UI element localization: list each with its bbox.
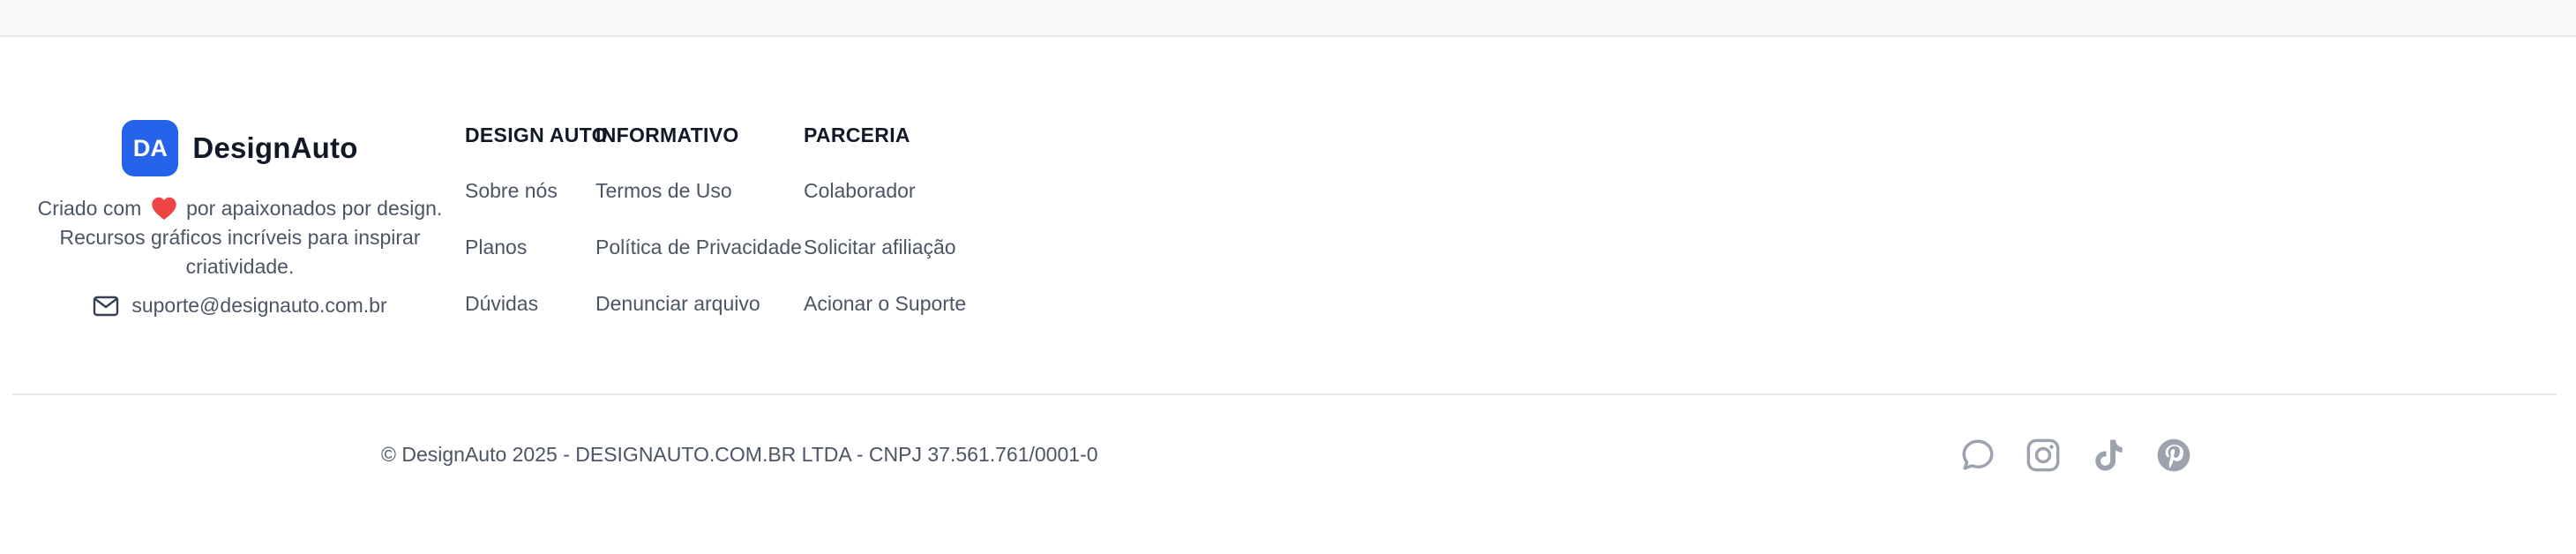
- footer-column-parceria: PARCERIA Colaborador Solicitar afiliação…: [804, 124, 966, 348]
- footer-link-suporte[interactable]: Acionar o Suporte: [804, 292, 966, 348]
- footer-link-colaborador[interactable]: Colaborador: [804, 179, 966, 236]
- footer-link-planos[interactable]: Planos: [465, 236, 608, 292]
- column-heading: PARCERIA: [804, 124, 910, 146]
- link-list: Termos de Uso Política de Privacidade De…: [595, 179, 802, 348]
- footer-link-denunciar[interactable]: Denunciar arquivo: [595, 292, 802, 348]
- column-heading: DESIGN AUTO: [465, 124, 608, 146]
- social-link-chat[interactable]: [1958, 436, 1997, 475]
- footer-column-design-auto: DESIGN AUTO Sobre nós Planos Dúvidas: [465, 124, 608, 348]
- footer-link-afiliacao[interactable]: Solicitar afiliação: [804, 236, 966, 292]
- brand-name: DesignAuto: [192, 131, 358, 164]
- mail-icon: [94, 296, 119, 316]
- footer-divider: [12, 393, 2557, 395]
- link-list: Colaborador Solicitar afiliação Acionar …: [804, 179, 966, 348]
- link-list: Sobre nós Planos Dúvidas: [465, 179, 608, 348]
- instagram-icon: [2026, 438, 2060, 472]
- footer-link-sobre-nos[interactable]: Sobre nós: [465, 179, 608, 236]
- copyright-text: © DesignAuto 2025 - DESIGNAUTO.COM.BR LT…: [381, 443, 1098, 466]
- social-link-pinterest[interactable]: [2154, 436, 2193, 475]
- brand-link[interactable]: DA DesignAuto: [122, 120, 357, 176]
- brand-section: DA DesignAuto Criado com por apaixonados…: [19, 120, 461, 318]
- tagline-before: Criado com: [37, 197, 142, 220]
- footer-link-privacidade[interactable]: Política de Privacidade: [595, 236, 802, 292]
- top-strip: [0, 0, 2576, 37]
- heart-icon: [151, 197, 176, 221]
- footer-column-informativo: INFORMATIVO Termos de Uso Política de Pr…: [595, 124, 802, 348]
- pinterest-icon: [2157, 438, 2190, 472]
- social-links: [1958, 436, 2193, 475]
- social-link-instagram[interactable]: [2024, 436, 2063, 475]
- footer-link-termos[interactable]: Termos de Uso: [595, 179, 802, 236]
- social-link-tiktok[interactable]: [2089, 436, 2128, 475]
- chat-icon: [1962, 439, 1994, 470]
- brand-logo: DA: [122, 120, 179, 176]
- support-email: suporte@designauto.com.br: [131, 294, 387, 317]
- footer-link-duvidas[interactable]: Dúvidas: [465, 292, 608, 348]
- brand-tagline: Criado com por apaixonados por design. R…: [19, 194, 461, 281]
- tiktok-icon: [2095, 439, 2123, 471]
- column-heading: INFORMATIVO: [595, 124, 739, 146]
- support-email-link[interactable]: suporte@designauto.com.br: [93, 294, 387, 318]
